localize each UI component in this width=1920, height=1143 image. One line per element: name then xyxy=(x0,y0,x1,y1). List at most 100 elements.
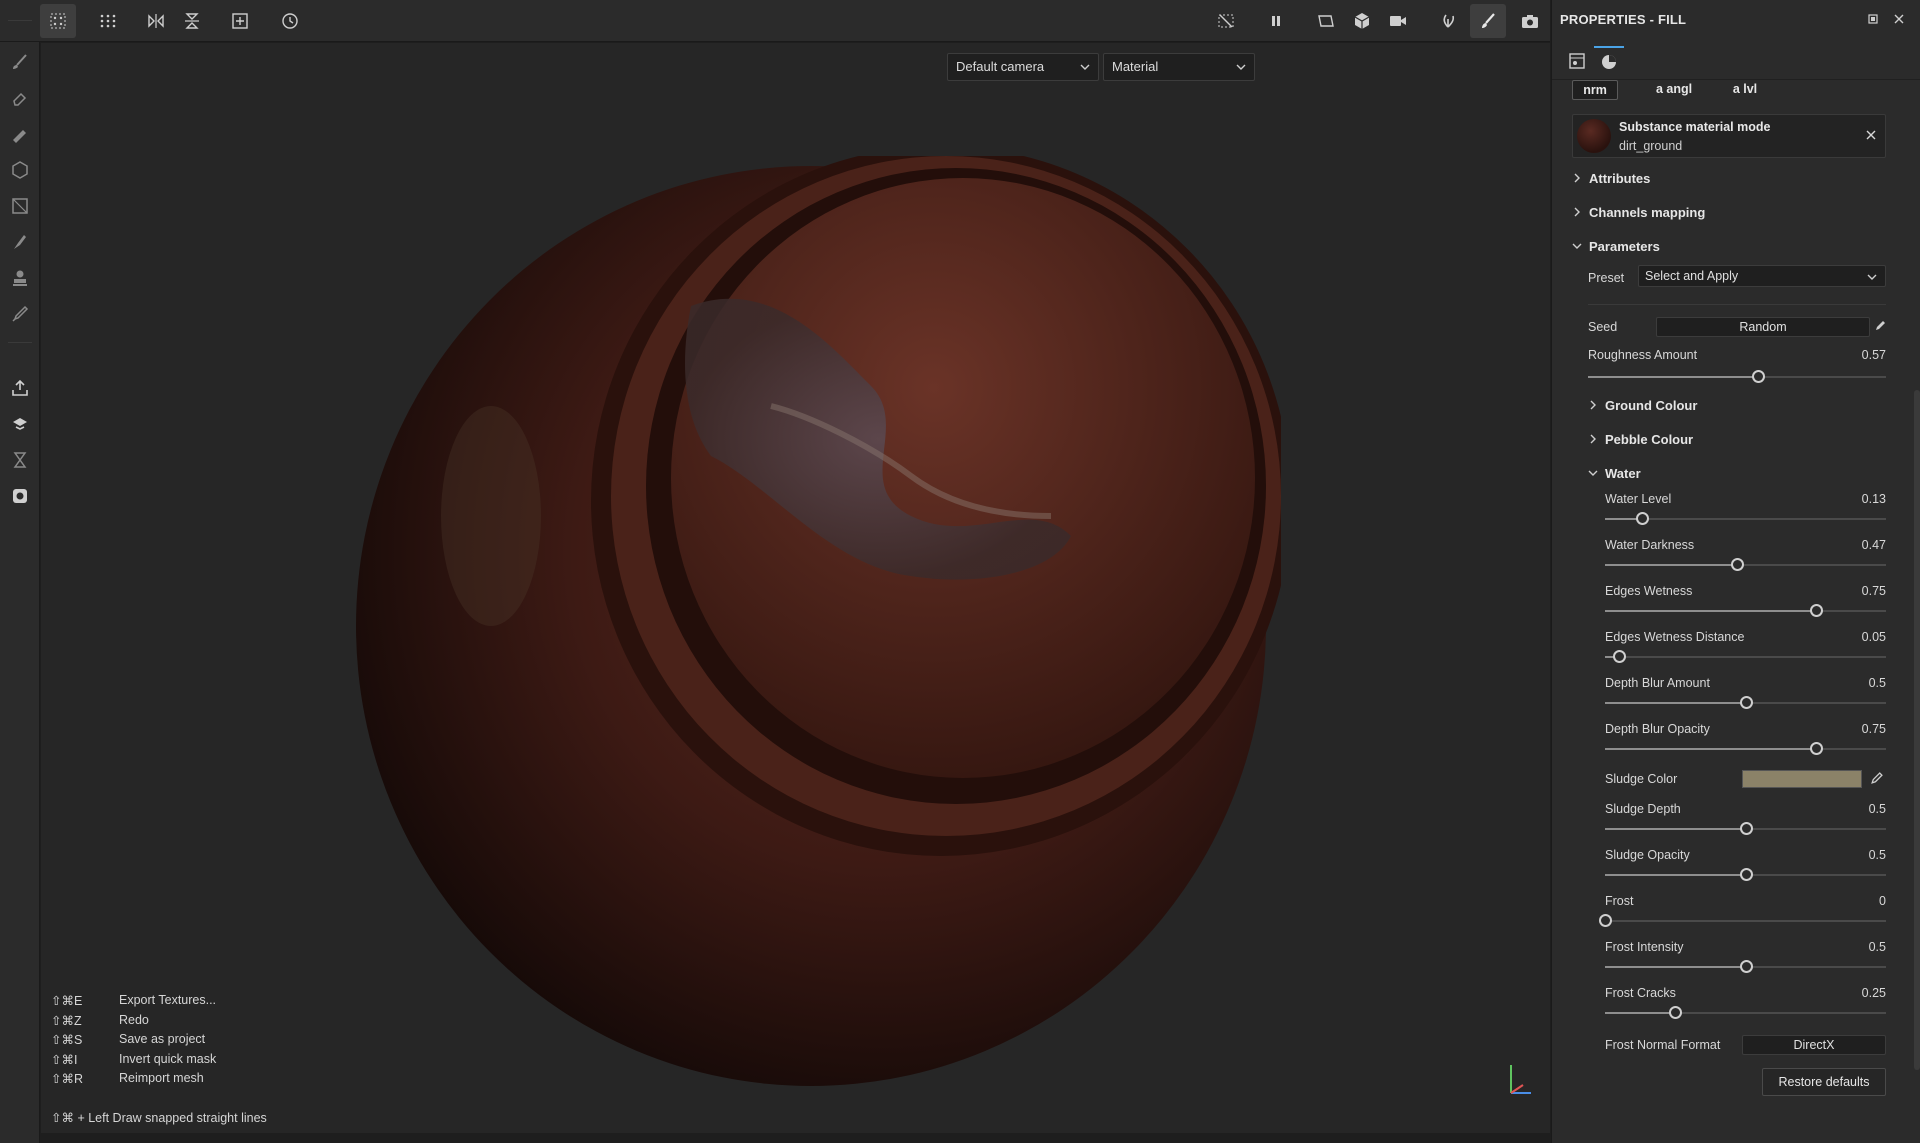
grid-select-icon[interactable] xyxy=(40,4,76,38)
3d-viewport[interactable]: Default camera Material ⇧⌘E Export Textur… xyxy=(41,43,1550,1133)
chevron-right-icon xyxy=(1574,173,1580,183)
channel-chip-level[interactable]: a lvl xyxy=(1722,80,1768,100)
color-picker-icon[interactable] xyxy=(8,302,32,326)
splash-icon[interactable] xyxy=(1430,4,1466,38)
section-attributes[interactable]: Attributes xyxy=(1572,168,1650,188)
screenshot-icon[interactable] xyxy=(1512,4,1548,38)
depth-blur-opacity-value: 0.75 xyxy=(1861,722,1886,736)
section-pebble-colour[interactable]: Pebble Colour xyxy=(1588,429,1693,449)
shortcut-hint: ⇧⌘ + Left Draw snapped straight lines xyxy=(51,1111,267,1125)
polygon-fill-icon[interactable] xyxy=(8,194,32,218)
water-level-slider[interactable] xyxy=(1605,512,1886,525)
history-icon[interactable] xyxy=(272,4,308,38)
axis-gizmo-icon xyxy=(1510,1065,1531,1094)
projection-icon[interactable] xyxy=(8,122,32,146)
sludge-depth-value: 0.5 xyxy=(1868,802,1886,816)
slider-handle[interactable] xyxy=(1599,914,1612,927)
slider-handle[interactable] xyxy=(1731,558,1745,571)
roughness-slider[interactable] xyxy=(1588,370,1886,383)
slider-handle[interactable] xyxy=(1739,960,1753,973)
depth-blur-opacity-label: Depth Blur Opacity xyxy=(1605,722,1710,736)
frost-value: 0 xyxy=(1879,894,1886,908)
edges-wetness-label: Edges Wetness xyxy=(1605,584,1693,598)
section-water[interactable]: Water xyxy=(1588,463,1641,483)
remove-material-icon[interactable] xyxy=(1865,129,1877,141)
float-panel-icon[interactable] xyxy=(1866,12,1880,26)
left-toolbar xyxy=(0,20,40,1143)
tab-layer-settings[interactable] xyxy=(1562,46,1592,76)
camera-select[interactable]: Default camera xyxy=(947,53,1099,81)
brush-icon[interactable] xyxy=(1470,4,1506,38)
edges-wetness-distance-value: 0.05 xyxy=(1861,630,1886,644)
cube-icon[interactable] xyxy=(1344,4,1380,38)
sludge-color-swatch[interactable] xyxy=(1742,770,1862,788)
tab-material[interactable] xyxy=(1594,46,1624,76)
frost-slider[interactable] xyxy=(1599,914,1886,927)
export-icon[interactable] xyxy=(8,376,32,400)
section-parameters[interactable]: Parameters xyxy=(1572,236,1660,256)
slider-handle[interactable] xyxy=(1751,370,1765,383)
frost-cracks-slider[interactable] xyxy=(1605,1006,1886,1019)
channel-chip-angle[interactable]: a angl xyxy=(1648,80,1700,100)
normal-format-select[interactable]: DirectX xyxy=(1742,1035,1886,1055)
clone-stamp-icon[interactable] xyxy=(8,266,32,290)
edges-wetness-distance-slider[interactable] xyxy=(1605,650,1886,663)
sludge-opacity-value: 0.5 xyxy=(1868,848,1886,862)
depth-blur-amount-label: Depth Blur Amount xyxy=(1605,676,1710,690)
slider-handle[interactable] xyxy=(1809,604,1823,617)
water-darkness-label: Water Darkness xyxy=(1605,538,1695,552)
mirror-y-icon[interactable] xyxy=(174,4,210,38)
sludge-opacity-slider[interactable] xyxy=(1605,868,1886,881)
slider-handle[interactable] xyxy=(1613,650,1627,663)
material-name: dirt_ground xyxy=(1619,139,1683,153)
depth-blur-amount-slider[interactable] xyxy=(1605,696,1886,709)
display-mode-select[interactable]: Material xyxy=(1103,53,1255,81)
chevron-down-icon xyxy=(1588,470,1598,476)
water-level-value: 0.13 xyxy=(1861,492,1886,506)
slider-handle[interactable] xyxy=(1635,512,1649,525)
slider-handle[interactable] xyxy=(1739,696,1753,709)
paint-brush-icon[interactable] xyxy=(8,50,32,74)
camera-icon[interactable] xyxy=(1380,4,1416,38)
sludge-depth-slider[interactable] xyxy=(1605,822,1886,835)
close-panel-icon[interactable] xyxy=(1892,12,1906,26)
pause-icon[interactable] xyxy=(1258,4,1294,38)
hide-icon[interactable] xyxy=(1208,4,1244,38)
frost-cracks-value: 0.25 xyxy=(1861,986,1886,1000)
slider-handle[interactable] xyxy=(1809,742,1823,755)
eraser-icon[interactable] xyxy=(8,86,32,110)
inspect-icon[interactable] xyxy=(8,484,32,508)
material-preview-sphere[interactable] xyxy=(351,156,1281,1086)
frame-icon[interactable] xyxy=(1308,4,1344,38)
depth-blur-amount-value: 0.5 xyxy=(1868,676,1886,690)
preset-select[interactable]: Select and Apply xyxy=(1638,265,1886,287)
section-ground-colour[interactable]: Ground Colour xyxy=(1588,395,1697,415)
section-channels-mapping[interactable]: Channels mapping xyxy=(1572,202,1705,222)
panel-scrollbar[interactable] xyxy=(1914,390,1920,1070)
edges-wetness-value: 0.75 xyxy=(1861,584,1886,598)
slider-handle[interactable] xyxy=(1669,1006,1683,1019)
substance-material-card[interactable]: Substance material mode dirt_ground xyxy=(1572,114,1886,158)
edges-wetness-distance-label: Edges Wetness Distance xyxy=(1605,630,1745,644)
hourglass-icon[interactable] xyxy=(8,448,32,472)
water-darkness-slider[interactable] xyxy=(1605,558,1886,571)
grid-dots-icon[interactable] xyxy=(90,4,126,38)
mirror-x-icon[interactable] xyxy=(138,4,174,38)
bake-icon[interactable] xyxy=(8,412,32,436)
eyedropper-icon[interactable] xyxy=(1870,772,1883,785)
seed-random-button[interactable]: Random xyxy=(1656,317,1870,337)
depth-blur-opacity-slider[interactable] xyxy=(1605,742,1886,755)
edges-wetness-slider[interactable] xyxy=(1605,604,1886,617)
slider-handle[interactable] xyxy=(1739,868,1753,881)
add-square-icon[interactable] xyxy=(222,4,258,38)
material-mode-title: Substance material mode xyxy=(1619,120,1771,134)
frost-intensity-slider[interactable] xyxy=(1605,960,1886,973)
channel-chip-nrm[interactable]: nrm xyxy=(1572,80,1618,100)
smudge-icon[interactable] xyxy=(8,230,32,254)
restore-defaults-button[interactable]: Restore defaults xyxy=(1762,1068,1886,1096)
edit-seed-icon[interactable] xyxy=(1874,320,1886,332)
chevron-right-icon xyxy=(1574,207,1580,217)
shortcut-list: ⇧⌘E Export Textures... ⇧⌘Z Redo ⇧⌘S Save as… xyxy=(51,993,217,1086)
geometry-fill-icon[interactable] xyxy=(8,158,32,182)
slider-handle[interactable] xyxy=(1739,822,1753,835)
